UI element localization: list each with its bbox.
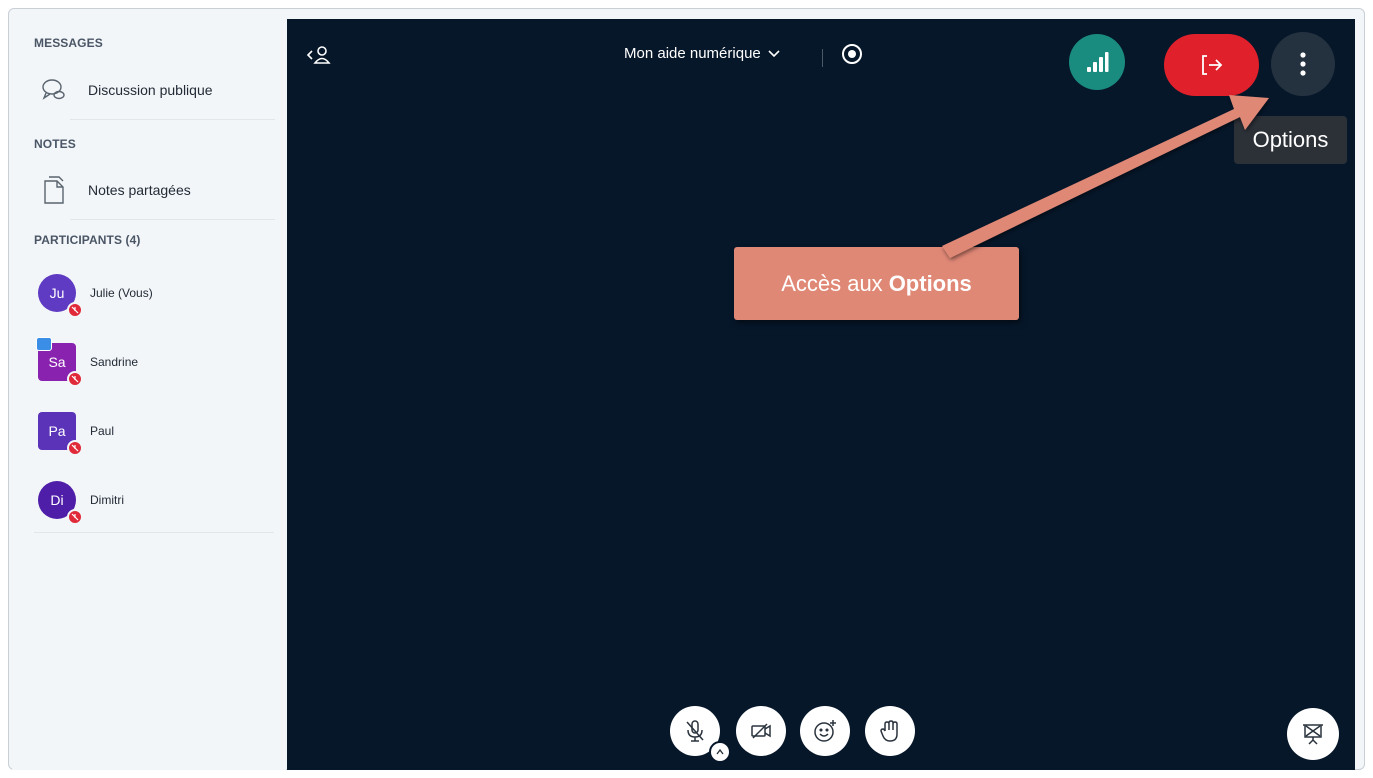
participant-name: Sandrine [90, 355, 139, 369]
kebab-menu-icon [1300, 52, 1306, 76]
collapse-sidebar-button[interactable] [306, 45, 332, 70]
participant-name: Paul [90, 424, 115, 438]
presentation-icon [1303, 724, 1323, 745]
participant-row[interactable]: Pa Paul [34, 412, 274, 466]
notes-section-title: NOTES [34, 137, 76, 151]
presenter-badge-icon [36, 337, 52, 351]
public-chat-label: Discussion publique [88, 82, 213, 98]
participants-section-title: PARTICIPANTS (4) [34, 233, 141, 247]
muted-badge-icon [67, 302, 83, 318]
raise-hand-icon [880, 720, 898, 742]
participant-row[interactable]: Sa Sandrine [34, 337, 274, 397]
chevron-up-icon [716, 748, 724, 755]
options-button[interactable] [1271, 32, 1335, 96]
muted-badge-icon [67, 509, 83, 525]
camera-off-icon [751, 723, 771, 739]
divider [70, 119, 275, 120]
chevron-down-icon [768, 49, 780, 57]
emoji-add-icon [814, 720, 836, 742]
sidebar: MESSAGES Discussion publique NOTES Notes… [12, 12, 286, 770]
connection-status-button[interactable] [1069, 34, 1125, 90]
options-tooltip: Options [1234, 116, 1347, 164]
participant-name: Dimitri [90, 493, 124, 507]
annotation-callout: Accès aux Options [734, 247, 1019, 320]
reactions-button[interactable] [800, 706, 850, 756]
callout-prefix: Accès aux [781, 270, 883, 296]
record-icon[interactable] [842, 44, 862, 64]
mic-muted-icon [686, 720, 704, 742]
exit-icon [1201, 55, 1222, 75]
meeting-title-dropdown[interactable]: Mon aide numérique [624, 45, 781, 62]
presentation-button[interactable] [1287, 708, 1339, 760]
main-stage: Mon aide numérique Options Accès aux Opt… [287, 19, 1355, 770]
audio-settings-button[interactable] [709, 741, 731, 763]
document-icon [34, 170, 74, 210]
messages-section-title: MESSAGES [34, 36, 103, 50]
participant-name: Julie (Vous) [90, 286, 153, 300]
divider [34, 532, 274, 533]
raise-hand-button[interactable] [865, 706, 915, 756]
camera-button[interactable] [736, 706, 786, 756]
shared-notes-item[interactable]: Notes partagées [34, 168, 274, 212]
chat-bubble-icon [34, 70, 74, 110]
participant-row[interactable]: Ju Julie (Vous) [34, 274, 274, 328]
muted-badge-icon [67, 371, 83, 387]
shared-notes-label: Notes partagées [88, 182, 191, 198]
muted-badge-icon [67, 440, 83, 456]
callout-bold: Options [888, 270, 972, 296]
collapse-sidebar-icon [306, 46, 331, 64]
participant-row[interactable]: Di Dimitri [34, 481, 274, 535]
signal-bars-icon [1087, 52, 1109, 72]
leave-button[interactable] [1164, 34, 1259, 96]
public-chat-item[interactable]: Discussion publique [34, 68, 274, 112]
divider [70, 219, 275, 220]
header-divider [822, 49, 823, 67]
meeting-title: Mon aide numérique [624, 45, 761, 62]
